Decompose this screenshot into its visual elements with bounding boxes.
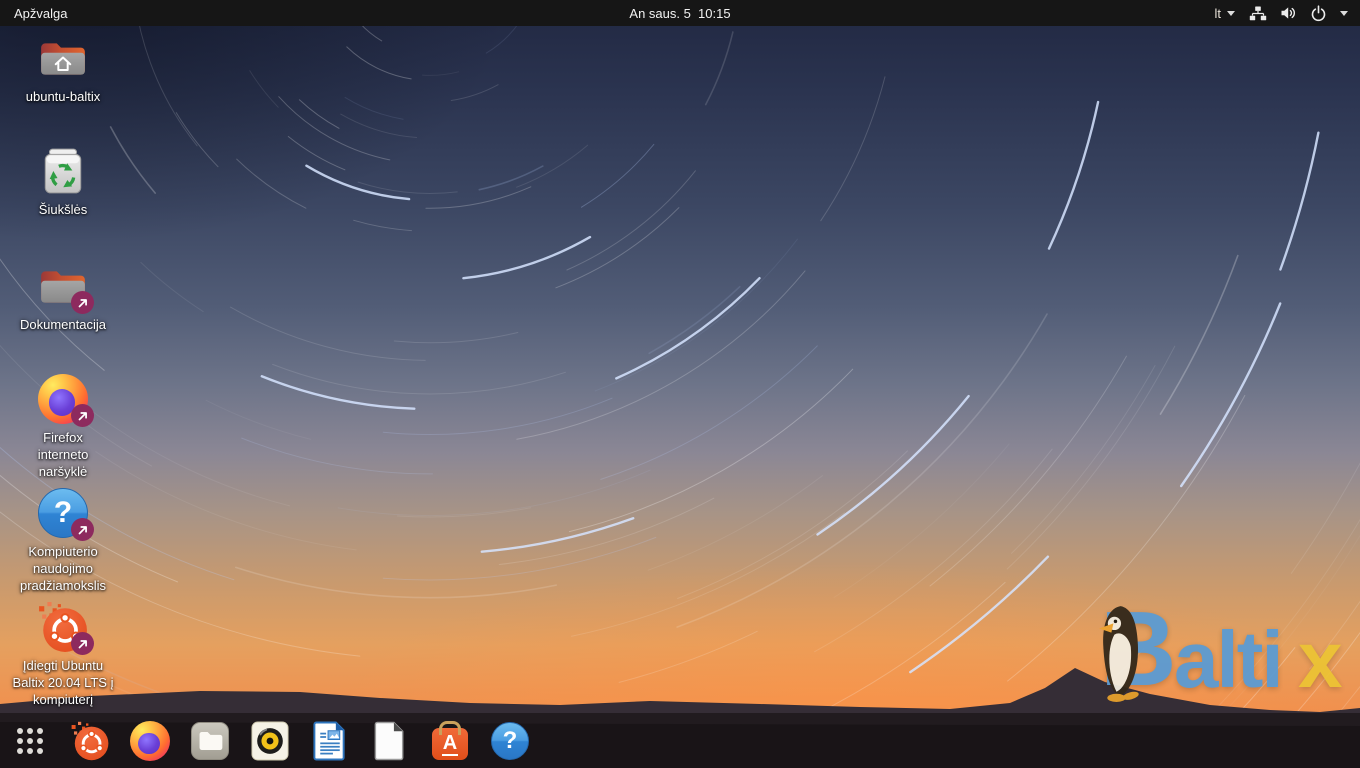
system-menu[interactable] [1249,5,1348,22]
ubuntu-software-icon [432,728,468,760]
icon-label-line: Baltix 20.04 LTS į [8,674,118,691]
system-tray: lt [1215,0,1360,26]
dock-item-rhythmbox[interactable] [250,721,290,761]
penguin-icon [1092,602,1151,704]
libreoffice-writer-icon [313,721,347,761]
icon-label-line: pradžiamokslis [8,577,118,594]
desktop-icon-installer[interactable]: Įdiegti Ubuntu Baltix 20.04 LTS į kompiu… [8,600,118,708]
desktop-icon-documentation[interactable]: Dokumentacija [8,259,118,333]
keyboard-layout-label: lt [1215,6,1222,21]
baltix-letter-x: x [1298,620,1341,700]
desktop: B alti x Apžvalga An saus. 5 10:15 lt [0,0,1360,768]
help-icon [491,722,529,760]
power-icon [1310,5,1327,22]
dock-item-files[interactable] [190,721,230,761]
icon-label: Šiukšlės [39,202,87,217]
firefox-icon [130,721,170,761]
dock-item-firefox[interactable] [130,721,170,761]
icon-label-line: Įdiegti Ubuntu [8,657,118,674]
symlink-arrow-icon [71,632,94,655]
symlink-arrow-icon [71,291,94,314]
dock-item-help[interactable] [490,721,530,761]
icon-label-line: naudojimo [8,560,118,577]
wired-network-icon [1249,6,1267,21]
top-bar: Apžvalga An saus. 5 10:15 lt [0,0,1360,26]
symlink-arrow-icon [71,518,94,541]
dock [0,713,1360,768]
volume-icon [1280,5,1297,21]
libreoffice-icon [374,721,406,761]
ubuntu-installer-icon [70,721,110,761]
desktop-icon-getting-started[interactable]: Kompiuterio naudojimo pradžiamokslis [8,486,118,594]
app-grid-icon [17,728,43,754]
clock[interactable]: An saus. 5 10:15 [629,6,730,21]
dock-item-ubuntu-software[interactable] [430,721,470,761]
activities-button[interactable]: Apžvalga [0,0,81,26]
dock-item-libreoffice-writer[interactable] [310,721,350,761]
icon-label-line: naršyklė [8,463,118,480]
rhythmbox-icon [251,721,289,761]
desktop-icon-home-folder[interactable]: ubuntu-baltix [8,31,118,105]
icon-label-line: Kompiuterio [8,543,118,560]
symlink-arrow-icon [71,404,94,427]
icon-label-line: interneto [8,446,118,463]
chevron-down-icon [1227,11,1235,16]
dock-item-libreoffice[interactable] [370,721,410,761]
clock-container: An saus. 5 10:15 [0,6,1360,21]
dock-item-ubuntu-installer[interactable] [70,721,110,761]
icon-label: Dokumentacija [20,317,106,332]
chevron-down-icon [1340,11,1348,16]
icon-label-line: kompiuterį [8,691,118,708]
icon-label-line: Firefox [8,429,118,446]
icon-label: ubuntu-baltix [26,89,100,104]
baltix-letters-alti: alti [1174,620,1282,700]
trash-icon [39,146,87,196]
keyboard-layout-indicator[interactable]: lt [1215,6,1236,21]
activities-label: Apžvalga [14,6,67,21]
folder-home-icon [38,37,88,79]
files-icon [191,722,229,760]
desktop-icon-trash[interactable]: Šiukšlės [8,144,118,218]
dock-item-show-apps[interactable] [10,721,50,761]
baltix-watermark: B alti x [1100,594,1360,710]
desktop-icon-firefox[interactable]: Firefox interneto naršyklė [8,372,118,480]
